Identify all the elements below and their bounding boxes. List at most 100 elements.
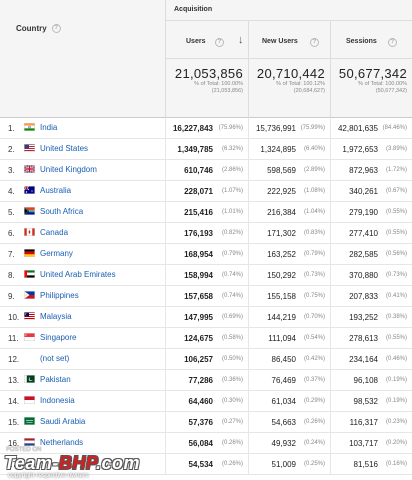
country-link[interactable]: Philippines	[40, 291, 79, 300]
new-users-total: 20,710,442 % of Total: 100.12% (20,684,6…	[248, 58, 330, 118]
sessions-cell: 96,108 (0.19%)	[330, 370, 412, 391]
table-row: 8. United Arab Emirates 158,994 (0.74%) 150,…	[0, 265, 412, 286]
new-users-column-header[interactable]: New Users ?	[248, 20, 330, 58]
users-cell: 77,286 (0.36%)	[165, 370, 248, 391]
country-link[interactable]: Saudi Arabia	[40, 417, 85, 426]
country-link[interactable]: Singapore	[40, 333, 76, 342]
sort-descending-icon[interactable]: ↓	[238, 34, 244, 46]
new-users-header-label: New Users	[262, 38, 298, 45]
country-link[interactable]: Malaysia	[40, 312, 72, 321]
new-users-cell: 15,736,991 (75.99%)	[248, 118, 330, 139]
table-row: 16. Netherlands 56,084 (0.26%) 49,932 (0.24%)…	[0, 433, 412, 454]
country-header-label: Country?	[16, 24, 61, 34]
flag-gb-icon	[23, 164, 36, 174]
sessions-cell: 1,972,653 (3.89%)	[330, 139, 412, 160]
users-cell: 228,071 (1.07%)	[165, 181, 248, 202]
new-users-cell: 222,925 (1.08%)	[248, 181, 330, 202]
table-row: 9. Philippines 157,658 (0.74%) 155,158 (0.75%…	[0, 286, 412, 307]
table-row: 4. Australia 228,071 (1.07%) 222,925 (1.08%) 3…	[0, 181, 412, 202]
country-link[interactable]: United States	[40, 144, 88, 153]
sessions-cell: 279,190 (0.55%)	[330, 202, 412, 223]
sessions-cell: 277,410 (0.55%)	[330, 223, 412, 244]
flag-au-icon	[23, 185, 35, 194]
country-link[interactable]: Indonesia	[40, 396, 75, 405]
flag-sa-icon	[24, 417, 35, 425]
sessions-cell: 193,252 (0.38%)	[330, 307, 412, 328]
row-index: 4.	[8, 187, 15, 196]
table-row: 17. 54,534 (0.26%) 51,009 (0.25%) 81,516 (0.16…	[0, 454, 412, 475]
country-link[interactable]: Canada	[40, 228, 68, 237]
users-cell: 57,376 (0.27%)	[165, 412, 248, 433]
sessions-cell: 234,164 (0.46%)	[330, 349, 412, 370]
country-link[interactable]: India	[40, 123, 57, 132]
new-users-cell: 163,252 (0.79%)	[248, 244, 330, 265]
country-link[interactable]: Australia	[40, 186, 71, 195]
country-link[interactable]: Germany	[40, 249, 73, 258]
row-index: 17.	[8, 460, 20, 469]
new-users-cell: 155,158 (0.75%)	[248, 286, 330, 307]
sessions-cell: 103,717 (0.20%)	[330, 433, 412, 454]
users-cell: 64,460 (0.30%)	[165, 391, 248, 412]
row-index: 11.	[8, 334, 19, 343]
acquisition-label: Acquisition	[174, 6, 213, 13]
flag-pk-icon	[24, 375, 35, 383]
country-column-header[interactable]: Country?	[0, 0, 165, 58]
sessions-cell: 81,516 (0.16%)	[330, 454, 412, 475]
sessions-cell: 116,317 (0.23%)	[330, 412, 412, 433]
country-link[interactable]: United Arab Emirates	[40, 270, 116, 279]
sessions-cell: 340,261 (0.67%)	[330, 181, 412, 202]
users-cell: 610,746 (2.86%)	[165, 160, 248, 181]
row-index: 8.	[8, 271, 15, 280]
country-link[interactable]: United Kingdom	[40, 165, 97, 174]
new-users-cell: 51,009 (0.25%)	[248, 454, 330, 475]
sessions-cell: 98,532 (0.19%)	[330, 391, 412, 412]
table-row: 3. United Kingdom 610,746 (2.86%) 598,569 (2.…	[0, 160, 412, 181]
flag-nl-icon	[24, 438, 35, 446]
row-index: 2.	[8, 145, 15, 154]
row-index: 5.	[8, 208, 15, 217]
table-row: 2. United States 1,349,785 (6.32%) 1,324,895…	[0, 139, 412, 160]
new-users-cell: 54,663 (0.26%)	[248, 412, 330, 433]
country-link[interactable]: South Africa	[40, 207, 83, 216]
help-icon[interactable]: ?	[388, 38, 397, 47]
new-users-cell: 1,324,895 (6.40%)	[248, 139, 330, 160]
flag-de-icon	[24, 249, 35, 257]
row-index: 14.	[8, 397, 20, 406]
help-icon[interactable]: ?	[215, 38, 224, 47]
table-row: 1. India 16,227,843 (75.96%) 15,736,991 (75.9…	[0, 118, 412, 139]
row-index: 10.	[8, 313, 20, 322]
table-row: 10. Malaysia 147,995 (0.69%) 144,219 (0.70%) 1…	[0, 307, 412, 328]
users-cell: 16,227,843 (75.96%)	[165, 118, 248, 139]
users-column-header[interactable]: Users ? ↓	[165, 20, 248, 58]
users-total: 21,053,856 % of Total: 100.00% (21,053,8…	[165, 58, 248, 118]
sessions-cell: 278,613 (0.55%)	[330, 328, 412, 349]
users-cell: 215,416 (1.01%)	[165, 202, 248, 223]
country-link[interactable]: (not set)	[40, 354, 69, 363]
flag-ph-icon	[24, 291, 35, 299]
country-link[interactable]: Netherlands	[40, 438, 83, 447]
users-cell: 124,675 (0.58%)	[165, 328, 248, 349]
new-users-cell: 111,094 (0.54%)	[248, 328, 330, 349]
sessions-cell: 42,801,635 (84.46%)	[330, 118, 412, 139]
sessions-cell: 370,880 (0.73%)	[330, 265, 412, 286]
sessions-total: 50,677,342 % of Total: 100.00% (50,677,3…	[330, 58, 412, 118]
table-row: 5. South Africa 215,416 (1.01%) 216,384 (1.04…	[0, 202, 412, 223]
new-users-cell: 150,292 (0.73%)	[248, 265, 330, 286]
flag-my-icon	[24, 312, 35, 320]
flag-za-icon	[24, 207, 35, 215]
help-icon[interactable]: ?	[310, 38, 319, 47]
row-index: 15.	[8, 418, 20, 427]
new-users-cell: 86,450 (0.42%)	[248, 349, 330, 370]
sessions-column-header[interactable]: Sessions ?	[330, 20, 412, 58]
table-row: 11. Singapore 124,675 (0.58%) 111,094 (0.54%)…	[0, 328, 412, 349]
row-index: 9.	[8, 292, 15, 301]
new-users-cell: 598,569 (2.89%)	[248, 160, 330, 181]
flag-id-icon	[24, 396, 35, 404]
users-cell: 176,193 (0.82%)	[165, 223, 248, 244]
users-cell: 158,994 (0.74%)	[165, 265, 248, 286]
help-icon[interactable]: ?	[51, 24, 61, 34]
flag-ae-icon	[24, 270, 35, 278]
country-link[interactable]: Pakistan	[40, 375, 71, 384]
users-cell: 147,995 (0.69%)	[165, 307, 248, 328]
flag-us-icon	[24, 144, 35, 152]
